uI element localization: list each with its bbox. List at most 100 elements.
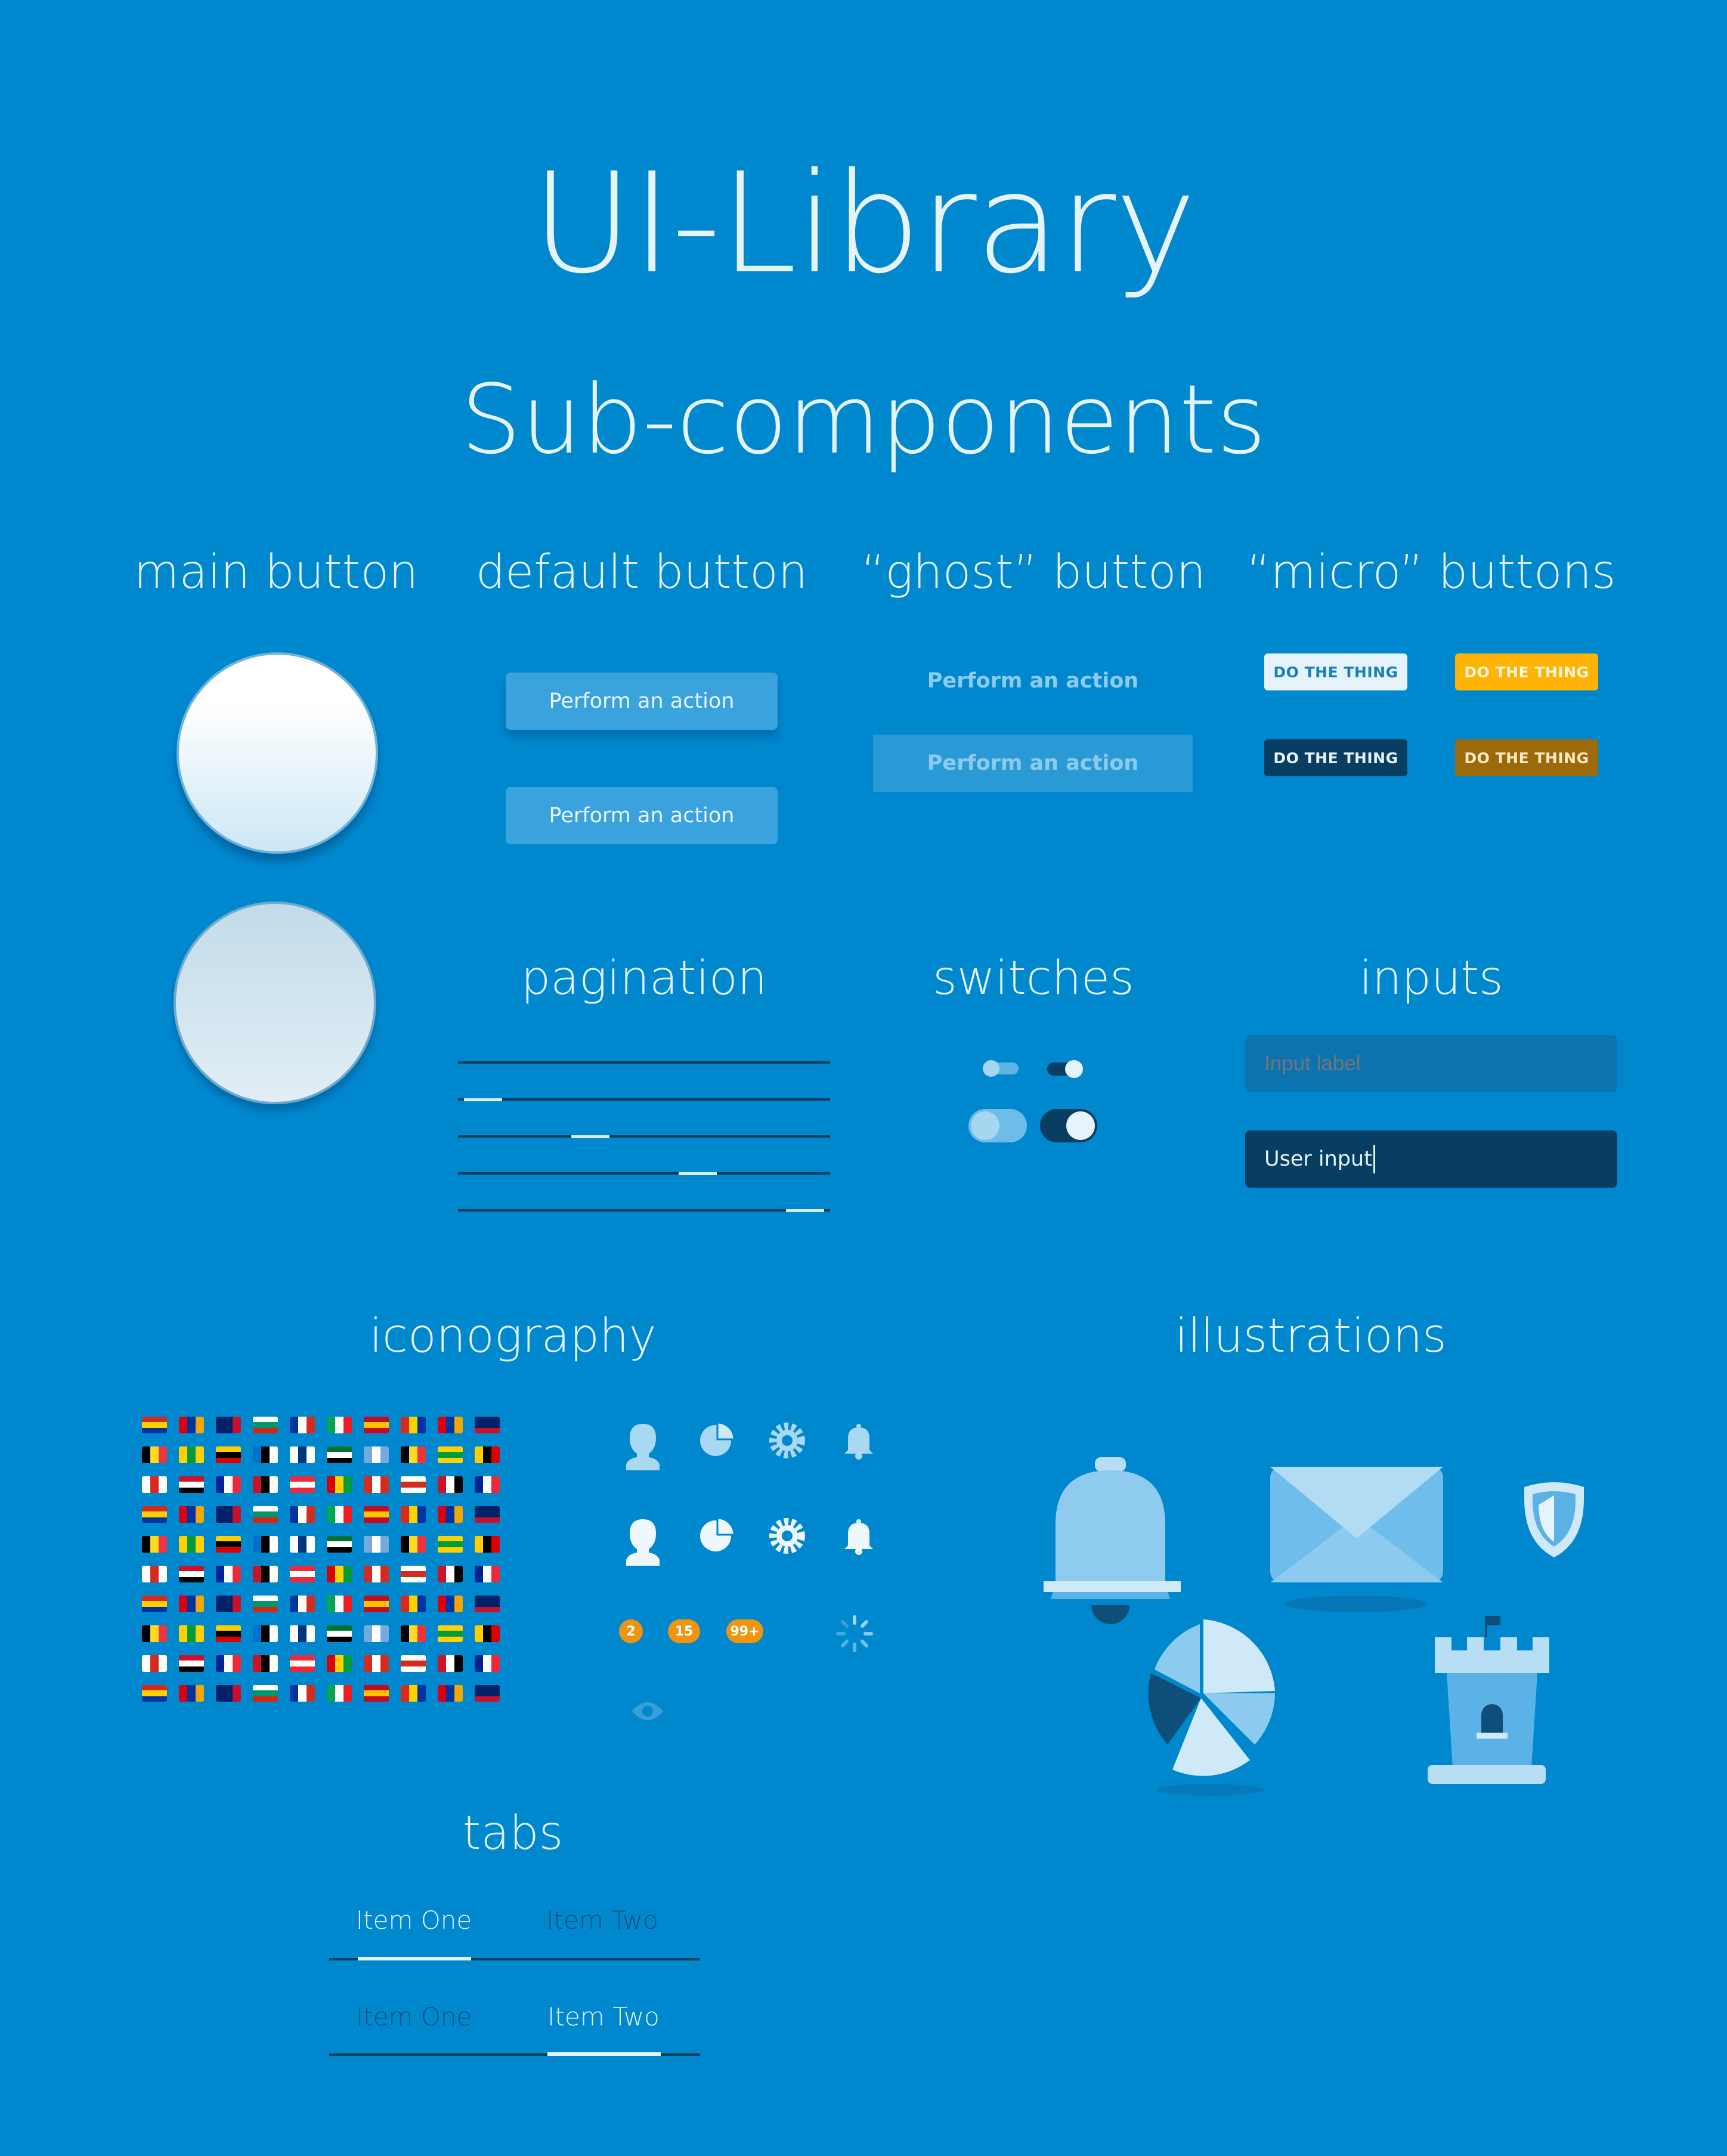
flag-icon xyxy=(216,1655,241,1672)
envelope-illustration xyxy=(1270,1467,1443,1612)
flag-icon xyxy=(327,1625,352,1642)
switch-large-on[interactable] xyxy=(1040,1109,1097,1142)
flag-icon xyxy=(475,1625,500,1642)
flag-icon xyxy=(327,1446,352,1463)
flag-icon xyxy=(216,1625,241,1642)
user-input-field[interactable]: User input xyxy=(1245,1130,1617,1188)
flag-icon xyxy=(216,1506,241,1523)
input-label-field[interactable] xyxy=(1245,1035,1617,1092)
flag-icon xyxy=(216,1417,241,1433)
section-micro-buttons: “micro” buttons xyxy=(1246,546,1616,599)
main-button-primary[interactable] xyxy=(177,652,378,854)
pagination-indicator[interactable] xyxy=(464,1098,502,1101)
flag-icon xyxy=(327,1417,352,1433)
tab-item-one-active[interactable]: Item One xyxy=(356,1906,472,1935)
flag-icon xyxy=(179,1566,204,1582)
flag-icon xyxy=(401,1446,426,1463)
pagination-track xyxy=(458,1061,830,1064)
default-button-flat[interactable]: Perform an action xyxy=(506,787,778,844)
flag-icon xyxy=(290,1625,315,1642)
flag-icon xyxy=(142,1446,167,1463)
flag-icon xyxy=(253,1476,278,1493)
person-icon xyxy=(626,1519,660,1566)
ghost-button[interactable]: Perform an action xyxy=(873,652,1193,710)
flag-icon xyxy=(253,1685,278,1702)
flag-icon xyxy=(364,1625,389,1642)
flag-icon xyxy=(401,1476,426,1493)
flag-icon xyxy=(327,1476,352,1493)
switch-large-off[interactable] xyxy=(968,1109,1027,1142)
flag-icon xyxy=(290,1506,315,1523)
section-illustrations: illustrations xyxy=(1175,1309,1447,1363)
flag-icon xyxy=(364,1655,389,1672)
pagination-indicator[interactable] xyxy=(571,1135,609,1138)
micro-button-yellow[interactable]: DO THE THING xyxy=(1455,653,1598,690)
flag-icon xyxy=(438,1625,463,1642)
flag-icon xyxy=(216,1536,241,1553)
flag-icon xyxy=(216,1476,241,1493)
tab-item-one[interactable]: Item One xyxy=(356,2002,472,2031)
main-button-pressed[interactable] xyxy=(174,902,376,1104)
tab-item-two-active[interactable]: Item Two xyxy=(547,2002,660,2031)
micro-button-light[interactable]: DO THE THING xyxy=(1264,653,1407,690)
flag-icon xyxy=(401,1566,426,1582)
flag-icon xyxy=(364,1566,389,1582)
pagination-track xyxy=(458,1098,830,1101)
pagination-track xyxy=(458,1172,830,1175)
default-button-raised[interactable]: Perform an action xyxy=(506,673,778,730)
tower-illustration xyxy=(1428,1616,1549,1784)
flag-icon xyxy=(253,1506,278,1523)
flag-icon xyxy=(438,1685,463,1702)
pagination-indicator[interactable] xyxy=(786,1209,824,1212)
section-pagination: pagination xyxy=(521,952,767,1005)
icon-set xyxy=(626,1421,873,1720)
tab-active-indicator xyxy=(358,1957,471,1960)
section-ghost-button: “ghost” button xyxy=(861,546,1206,599)
ghost-button-hover[interactable]: Perform an action xyxy=(873,735,1193,792)
flag-icon xyxy=(179,1446,204,1463)
flag-icon xyxy=(438,1596,463,1612)
section-inputs: inputs xyxy=(1359,952,1503,1005)
illustrations-group xyxy=(1044,1457,1584,1796)
flag-icon xyxy=(475,1596,500,1612)
tab-active-indicator xyxy=(547,2052,661,2056)
eye-icon xyxy=(632,1702,663,1720)
flag-icon xyxy=(364,1506,389,1523)
flag-icon xyxy=(142,1655,167,1672)
flag-icon xyxy=(327,1566,352,1582)
page-subtitle: Sub-components xyxy=(460,364,1267,475)
pagination-track xyxy=(458,1135,830,1138)
flag-icon xyxy=(290,1536,315,1553)
pagination-indicator[interactable] xyxy=(679,1172,717,1175)
person-icon xyxy=(626,1424,660,1470)
section-iconography: iconography xyxy=(369,1309,657,1363)
flag-icon xyxy=(475,1536,500,1553)
notification-badge: 15 xyxy=(668,1619,700,1643)
flag-icon xyxy=(401,1625,426,1642)
tab-item-two[interactable]: Item Two xyxy=(546,1906,658,1935)
pagination-track xyxy=(458,1209,830,1212)
flag-icon xyxy=(327,1536,352,1553)
shield-illustration xyxy=(1524,1482,1584,1557)
switch-small-on[interactable] xyxy=(1047,1060,1083,1078)
page-title: UI-Library xyxy=(531,143,1196,304)
section-main-button: main button xyxy=(134,546,419,599)
flag-icon xyxy=(438,1536,463,1553)
bell-icon xyxy=(844,1424,873,1460)
flag-icon xyxy=(253,1655,278,1672)
notification-badge: 99+ xyxy=(726,1619,763,1643)
micro-button-dark[interactable]: DO THE THING xyxy=(1264,739,1407,776)
flag-icon xyxy=(438,1417,463,1433)
flag-icon xyxy=(179,1596,204,1612)
notification-badge: 2 xyxy=(619,1619,643,1643)
flag-icon xyxy=(179,1655,204,1672)
switch-small-off[interactable] xyxy=(983,1060,1019,1077)
flag-icon xyxy=(142,1596,167,1612)
flag-icon xyxy=(364,1417,389,1433)
pie-chart-icon xyxy=(700,1517,735,1551)
flag-icon xyxy=(475,1506,500,1523)
flag-icon xyxy=(438,1506,463,1523)
flag-icon xyxy=(253,1536,278,1553)
micro-button-brown[interactable]: DO THE THING xyxy=(1455,739,1598,776)
flag-icon xyxy=(475,1417,500,1433)
